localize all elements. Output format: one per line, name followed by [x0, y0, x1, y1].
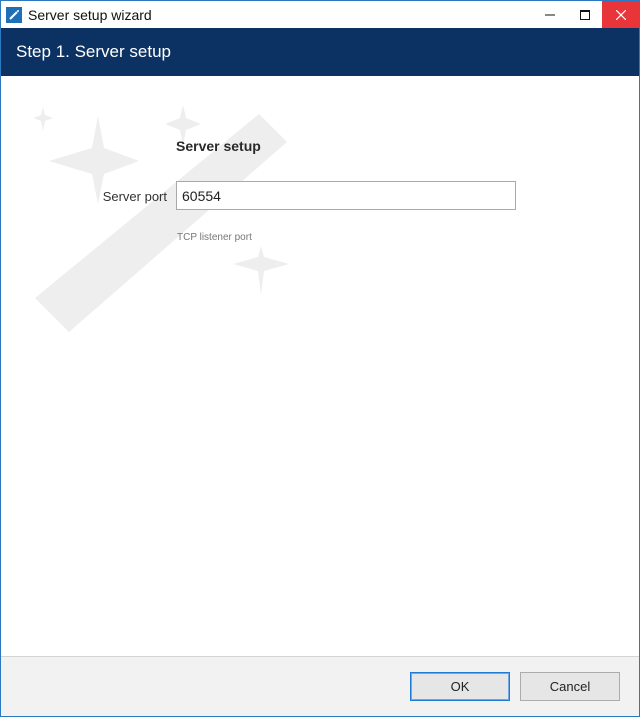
server-port-input[interactable] [176, 181, 516, 210]
section-title: Server setup [176, 138, 261, 154]
magic-wand-watermark-icon [33, 105, 289, 332]
step-title: Step 1. Server setup [16, 42, 171, 61]
server-port-label: Server port [102, 189, 167, 204]
wizard-content: Server setup Server port TCP listener po… [1, 76, 639, 656]
minimize-button[interactable] [532, 1, 567, 28]
wizard-window: Server setup wizard Step 1. Server setup… [0, 0, 640, 717]
button-bar: OK Cancel [1, 656, 639, 716]
minimize-icon [544, 14, 555, 15]
maximize-button[interactable] [567, 1, 602, 28]
window-controls [532, 1, 639, 28]
step-header: Step 1. Server setup [1, 28, 639, 76]
close-icon [615, 9, 626, 20]
window-title: Server setup wizard [28, 6, 152, 23]
maximize-icon [579, 9, 590, 20]
ok-button[interactable]: OK [410, 672, 510, 701]
server-port-hint: TCP listener port [177, 232, 252, 243]
magic-wand-icon [6, 6, 22, 23]
cancel-button[interactable]: Cancel [520, 672, 620, 701]
close-button[interactable] [602, 1, 639, 28]
title-bar[interactable]: Server setup wizard [1, 1, 639, 28]
